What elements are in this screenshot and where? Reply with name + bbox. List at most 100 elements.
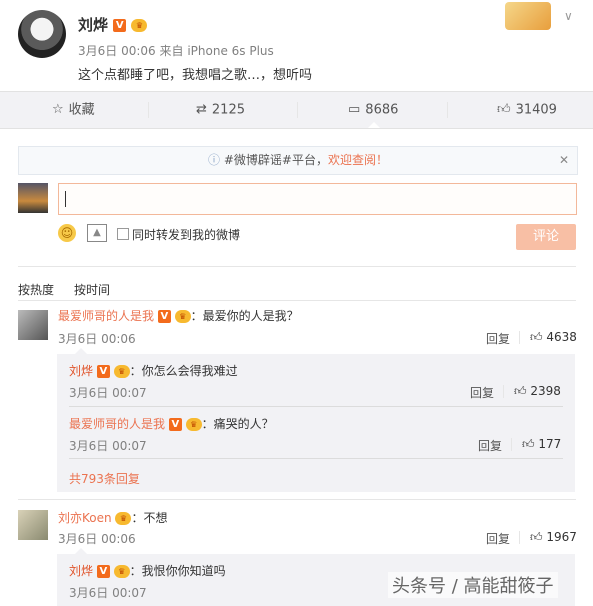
chevron-down-icon[interactable]: ∨ — [564, 9, 573, 23]
comment-like-count: 1967 — [546, 530, 577, 544]
close-icon[interactable]: ✕ — [559, 147, 569, 174]
favorite-button[interactable]: ☆ 收藏 — [52, 92, 95, 128]
vip-badge-icon: ♛ — [185, 418, 202, 431]
author-name-row: 刘烨 V ♛ — [78, 14, 148, 35]
text-caret — [65, 191, 66, 207]
repost-count: 2125 — [211, 102, 245, 118]
reply-text: ：我恨你你知道吗 — [129, 564, 226, 578]
author-name[interactable]: 刘烨 — [78, 16, 108, 34]
divider — [297, 102, 298, 118]
reply-time: 3月6日 00:07 — [69, 439, 147, 453]
rumor-notice: ⓘ #微博辟谣#平台，欢迎查阅！ ✕ — [18, 146, 578, 175]
repost-button[interactable]: ⇄ 2125 — [196, 92, 245, 128]
reply-list: 刘烨 V ♛ ：你怎么会得我难过 3月6日 00:07 回复 👍︎ 2398 最爱… — [57, 348, 575, 492]
image-icon[interactable]: ▲ — [87, 224, 107, 242]
reply-text: ：你怎么会得我难过 — [129, 364, 238, 378]
reply-like-count: 177 — [538, 437, 562, 451]
header-user-avatar[interactable] — [505, 2, 551, 30]
comment-count: 8686 — [365, 102, 399, 118]
divider — [18, 300, 576, 301]
verified-icon: V — [113, 19, 127, 32]
reply-arrow-icon — [75, 548, 87, 554]
reply-button[interactable]: 回复 — [486, 530, 510, 547]
divider — [18, 266, 576, 267]
reply-user[interactable]: 刘烨 — [69, 564, 93, 578]
star-icon: ☆ — [52, 102, 64, 117]
thumbs-up-icon: 👍︎ — [497, 102, 511, 117]
reply-button[interactable]: 回复 — [470, 384, 494, 401]
repost-icon: ⇄ — [196, 102, 207, 117]
commenter-avatar[interactable] — [18, 310, 48, 340]
thumbs-up-icon: 👍︎ — [514, 384, 527, 398]
thumbs-up-icon: 👍︎ — [530, 530, 543, 544]
comment-text: ：不想 — [131, 511, 168, 525]
active-tab-caret-icon — [368, 122, 380, 128]
thumbs-up-icon: 👍︎ — [530, 330, 543, 344]
repost-checkbox-label[interactable]: 同时转发到我的微博 — [132, 226, 240, 243]
verified-icon: V — [168, 418, 182, 431]
comment-line: 最爱师哥的人是我 V ♛ ：最爱你的人是我？ — [58, 307, 299, 324]
divider — [148, 102, 149, 118]
post-source[interactable]: iPhone 6s Plus — [187, 44, 273, 58]
notice-tag[interactable]: #微博辟谣#平台， — [224, 153, 328, 167]
watermark: 头条号 / 高能甜筱子 — [388, 572, 558, 598]
reply-arrow-icon — [75, 348, 87, 354]
author-avatar[interactable] — [18, 10, 66, 58]
commenter-name[interactable]: 最爱师哥的人是我 — [58, 309, 154, 323]
submit-comment-button[interactable]: 评论 — [516, 224, 576, 250]
reply-user[interactable]: 最爱师哥的人是我 — [69, 417, 165, 431]
verified-icon: V — [96, 565, 110, 578]
reply-like-button[interactable]: 👍︎ 177 — [522, 437, 561, 452]
commenter-avatar[interactable] — [18, 510, 48, 540]
comment-text: ：最爱你的人是我？ — [190, 309, 299, 323]
post-meta: 3月6日 00:06 来自 iPhone 6s Plus — [78, 42, 274, 59]
repost-checkbox[interactable] — [117, 228, 129, 240]
verified-icon: V — [96, 365, 110, 378]
comment-time: 3月6日 00:06 — [58, 532, 136, 546]
post-text: 这个点都睡了吧，我想唱之歌…，想听吗 — [78, 68, 313, 83]
divider — [69, 406, 563, 407]
commenter-name[interactable]: 刘亦Koen — [58, 511, 112, 525]
reply-line: 刘烨 V ♛ ：我恨你你知道吗 — [69, 562, 226, 579]
divider — [69, 458, 563, 459]
reply-line: 最爱师哥的人是我 V ♛ ：痛哭的人？ — [69, 415, 274, 432]
reply-time: 3月6日 00:07 — [69, 386, 147, 400]
divider — [519, 331, 520, 344]
reply-button[interactable]: 回复 — [486, 330, 510, 347]
verified-icon: V — [157, 310, 171, 323]
reply-user[interactable]: 刘烨 — [69, 364, 93, 378]
favorite-label: 收藏 — [68, 102, 95, 118]
vip-badge-icon: ♛ — [115, 512, 132, 525]
vip-badge-icon: ♛ — [113, 365, 130, 378]
comment-like-count: 4638 — [546, 330, 577, 344]
comment-icon: ▭ — [348, 102, 361, 117]
notice-link[interactable]: 欢迎查阅！ — [328, 153, 388, 167]
info-icon: ⓘ — [208, 153, 221, 167]
divider — [519, 531, 520, 544]
reply-text: ：痛哭的人？ — [201, 417, 274, 431]
divider — [447, 102, 448, 118]
thumbs-up-icon: 👍︎ — [522, 437, 535, 451]
vip-badge-icon: ♛ — [174, 310, 191, 323]
comment-input[interactable] — [58, 183, 577, 215]
like-button[interactable]: 👍︎ 31409 — [497, 92, 557, 128]
my-avatar[interactable] — [18, 183, 48, 213]
sort-by-time[interactable]: 按时间 — [74, 281, 110, 298]
post-time[interactable]: 3月6日 00:06 — [78, 44, 156, 58]
comment-like-button[interactable]: 👍︎ 4638 — [530, 330, 577, 345]
reply-like-button[interactable]: 👍︎ 2398 — [514, 384, 561, 399]
comment-like-button[interactable]: 👍︎ 1967 — [530, 530, 577, 545]
emoji-icon[interactable]: ☺ — [58, 224, 76, 242]
sort-by-hot[interactable]: 按热度 — [18, 281, 54, 298]
comment-time: 3月6日 00:06 — [58, 332, 136, 346]
divider — [511, 438, 512, 451]
divider — [503, 385, 504, 398]
post-source-prefix: 来自 — [159, 44, 184, 58]
divider — [18, 499, 576, 500]
reply-button[interactable]: 回复 — [478, 437, 502, 454]
reply-line: 刘烨 V ♛ ：你怎么会得我难过 — [69, 362, 238, 379]
vip-badge-icon: ♛ — [131, 19, 148, 32]
post-action-bar: ☆ 收藏 ⇄ 2125 ▭ 8686 👍︎ 31409 — [0, 91, 593, 129]
more-replies-link[interactable]: 共793条回复 — [69, 470, 140, 487]
like-count: 31409 — [515, 102, 557, 118]
